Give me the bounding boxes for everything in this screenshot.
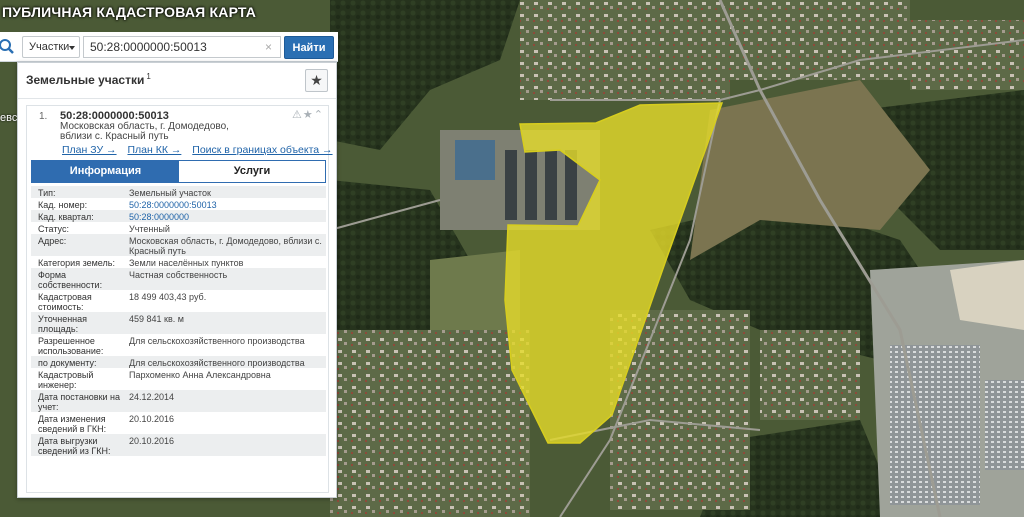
- result-number: 1.: [39, 111, 48, 122]
- panel-title-text: Земельные участки: [26, 73, 145, 87]
- result-links: План ЗУ → План КК → Поиск в границах объ…: [62, 144, 336, 156]
- attribute-value: Для сельскохозяйственного производства: [129, 336, 305, 346]
- attribute-value: Пархоменко Анна Александровна: [129, 370, 271, 380]
- attribute-key: по документу:: [38, 358, 97, 368]
- result-card: 1. 50:28:0000000:50013 Московская област…: [26, 105, 333, 493]
- attribute-value[interactable]: 50:28:0000000:50013: [129, 198, 326, 210]
- panel-header: Земельные участки 1 ★: [18, 63, 336, 99]
- clear-icon[interactable]: ×: [265, 40, 272, 54]
- attribute-row: Кад. номер: 50:28:0000000:50013: [31, 198, 326, 210]
- attribute-row: Дата выгрузки сведений из ГКН: 20.10.2016: [31, 434, 326, 456]
- tab-information[interactable]: Информация: [32, 161, 179, 182]
- attribute-value: 18 499 403,43 руб.: [129, 292, 207, 302]
- attribute-row: Уточненная площадь: 459 841 кв. м: [31, 312, 326, 334]
- object-type-select[interactable]: Участки: [22, 36, 80, 58]
- results-panel: Земельные участки 1 ★ 1. 50:28:0000000:50…: [17, 62, 337, 498]
- result-tools-icons[interactable]: ⚠★⌃: [292, 108, 324, 121]
- find-button[interactable]: Найти: [284, 36, 334, 59]
- attribute-row: Тип: Земельный участок: [31, 186, 326, 198]
- attribute-row: Форма собственности: Частная собственност…: [31, 268, 326, 290]
- attribute-value: 459 841 кв. м: [129, 314, 184, 324]
- attribute-value: Земли населённых пунктов: [129, 258, 244, 268]
- attribute-row: Кадастровый инженер: Пархоменко Анна Алек…: [31, 368, 326, 390]
- attribute-row: Разрешенное использование: Для сельскохоз…: [31, 334, 326, 356]
- plan-zu-link[interactable]: План ЗУ →: [62, 144, 117, 156]
- attribute-value: 20.10.2016: [129, 414, 175, 424]
- attribute-value: 20.10.2016: [129, 436, 175, 446]
- attribute-row: по документу: Для сельскохозяйственного п…: [31, 356, 326, 368]
- star-icon: ★: [310, 72, 323, 88]
- attribute-value: Частная собственность: [129, 270, 228, 280]
- attribute-key: Категория земель:: [38, 258, 115, 268]
- panel-title: Земельные участки 1: [26, 72, 151, 87]
- results-count: 1: [146, 72, 151, 81]
- attribute-key: Дата постановки на учет:: [38, 392, 121, 412]
- attribute-row: Адрес: Московская область, г. Домодедово,…: [31, 234, 326, 256]
- attribute-key: Дата выгрузки сведений из ГКН:: [38, 436, 111, 456]
- attribute-key: Тип:: [38, 188, 56, 198]
- result-address: Московская область, г. Домодедово, вблиз…: [60, 121, 229, 142]
- attribute-row: Статус: Учтенный: [31, 222, 326, 234]
- attribute-key: Кадастровая стоимость:: [38, 292, 92, 312]
- attribute-key: Уточненная площадь:: [38, 314, 88, 334]
- attribute-value: 24.12.2014: [129, 392, 175, 402]
- attribute-row: Категория земель: Земли населённых пункто…: [31, 256, 326, 268]
- attribute-key: Кад. квартал:: [38, 212, 94, 222]
- favorites-button[interactable]: ★: [305, 69, 328, 92]
- tab-services[interactable]: Услуги: [179, 161, 325, 182]
- attribute-key: Форма собственности:: [38, 270, 103, 290]
- attribute-key: Разрешенное использование:: [38, 336, 104, 356]
- attribute-row: Кад. квартал: 50:28:0000000: [31, 210, 326, 222]
- attribute-key: Адрес:: [38, 236, 67, 246]
- object-type-label: Участки: [29, 41, 70, 53]
- attribute-row: Дата постановки на учет: 24.12.2014: [31, 390, 326, 412]
- map-place-label: евс: [0, 112, 18, 124]
- attribute-value: Для сельскохозяйственного производства: [129, 358, 305, 368]
- attribute-value: Земельный участок: [129, 188, 211, 198]
- search-in-bounds-link[interactable]: Поиск в границах объекта →: [192, 144, 332, 156]
- attribute-key: Кадастровый инженер:: [38, 370, 94, 390]
- attribute-key: Статус:: [38, 224, 69, 234]
- search-bar: Участки × Найти: [0, 32, 338, 62]
- attribute-value: Учтенный: [129, 224, 170, 234]
- attribute-row: Дата изменения сведений в ГКН: 20.10.2016: [31, 412, 326, 434]
- search-input[interactable]: [83, 36, 281, 58]
- attribute-key: Кад. номер:: [38, 200, 88, 210]
- info-tabs: Информация Услуги: [31, 160, 326, 183]
- attribute-table: Тип: Земельный участок Кад. номер: 50:28:00…: [31, 186, 326, 456]
- attribute-value[interactable]: 50:28:0000000: [129, 210, 326, 222]
- search-icon[interactable]: [0, 38, 16, 56]
- attribute-value: Московская область, г. Домодедово, вблиз…: [129, 236, 322, 256]
- attribute-row: Кадастровая стоимость: 18 499 403,43 руб.: [31, 290, 326, 312]
- attribute-key: Дата изменения сведений в ГКН:: [38, 414, 107, 434]
- plan-kk-link[interactable]: План КК →: [127, 144, 181, 156]
- chevron-down-icon: [69, 46, 75, 50]
- app-title: ПУБЛИЧНАЯ КАДАСТРОВАЯ КАРТА: [2, 4, 257, 20]
